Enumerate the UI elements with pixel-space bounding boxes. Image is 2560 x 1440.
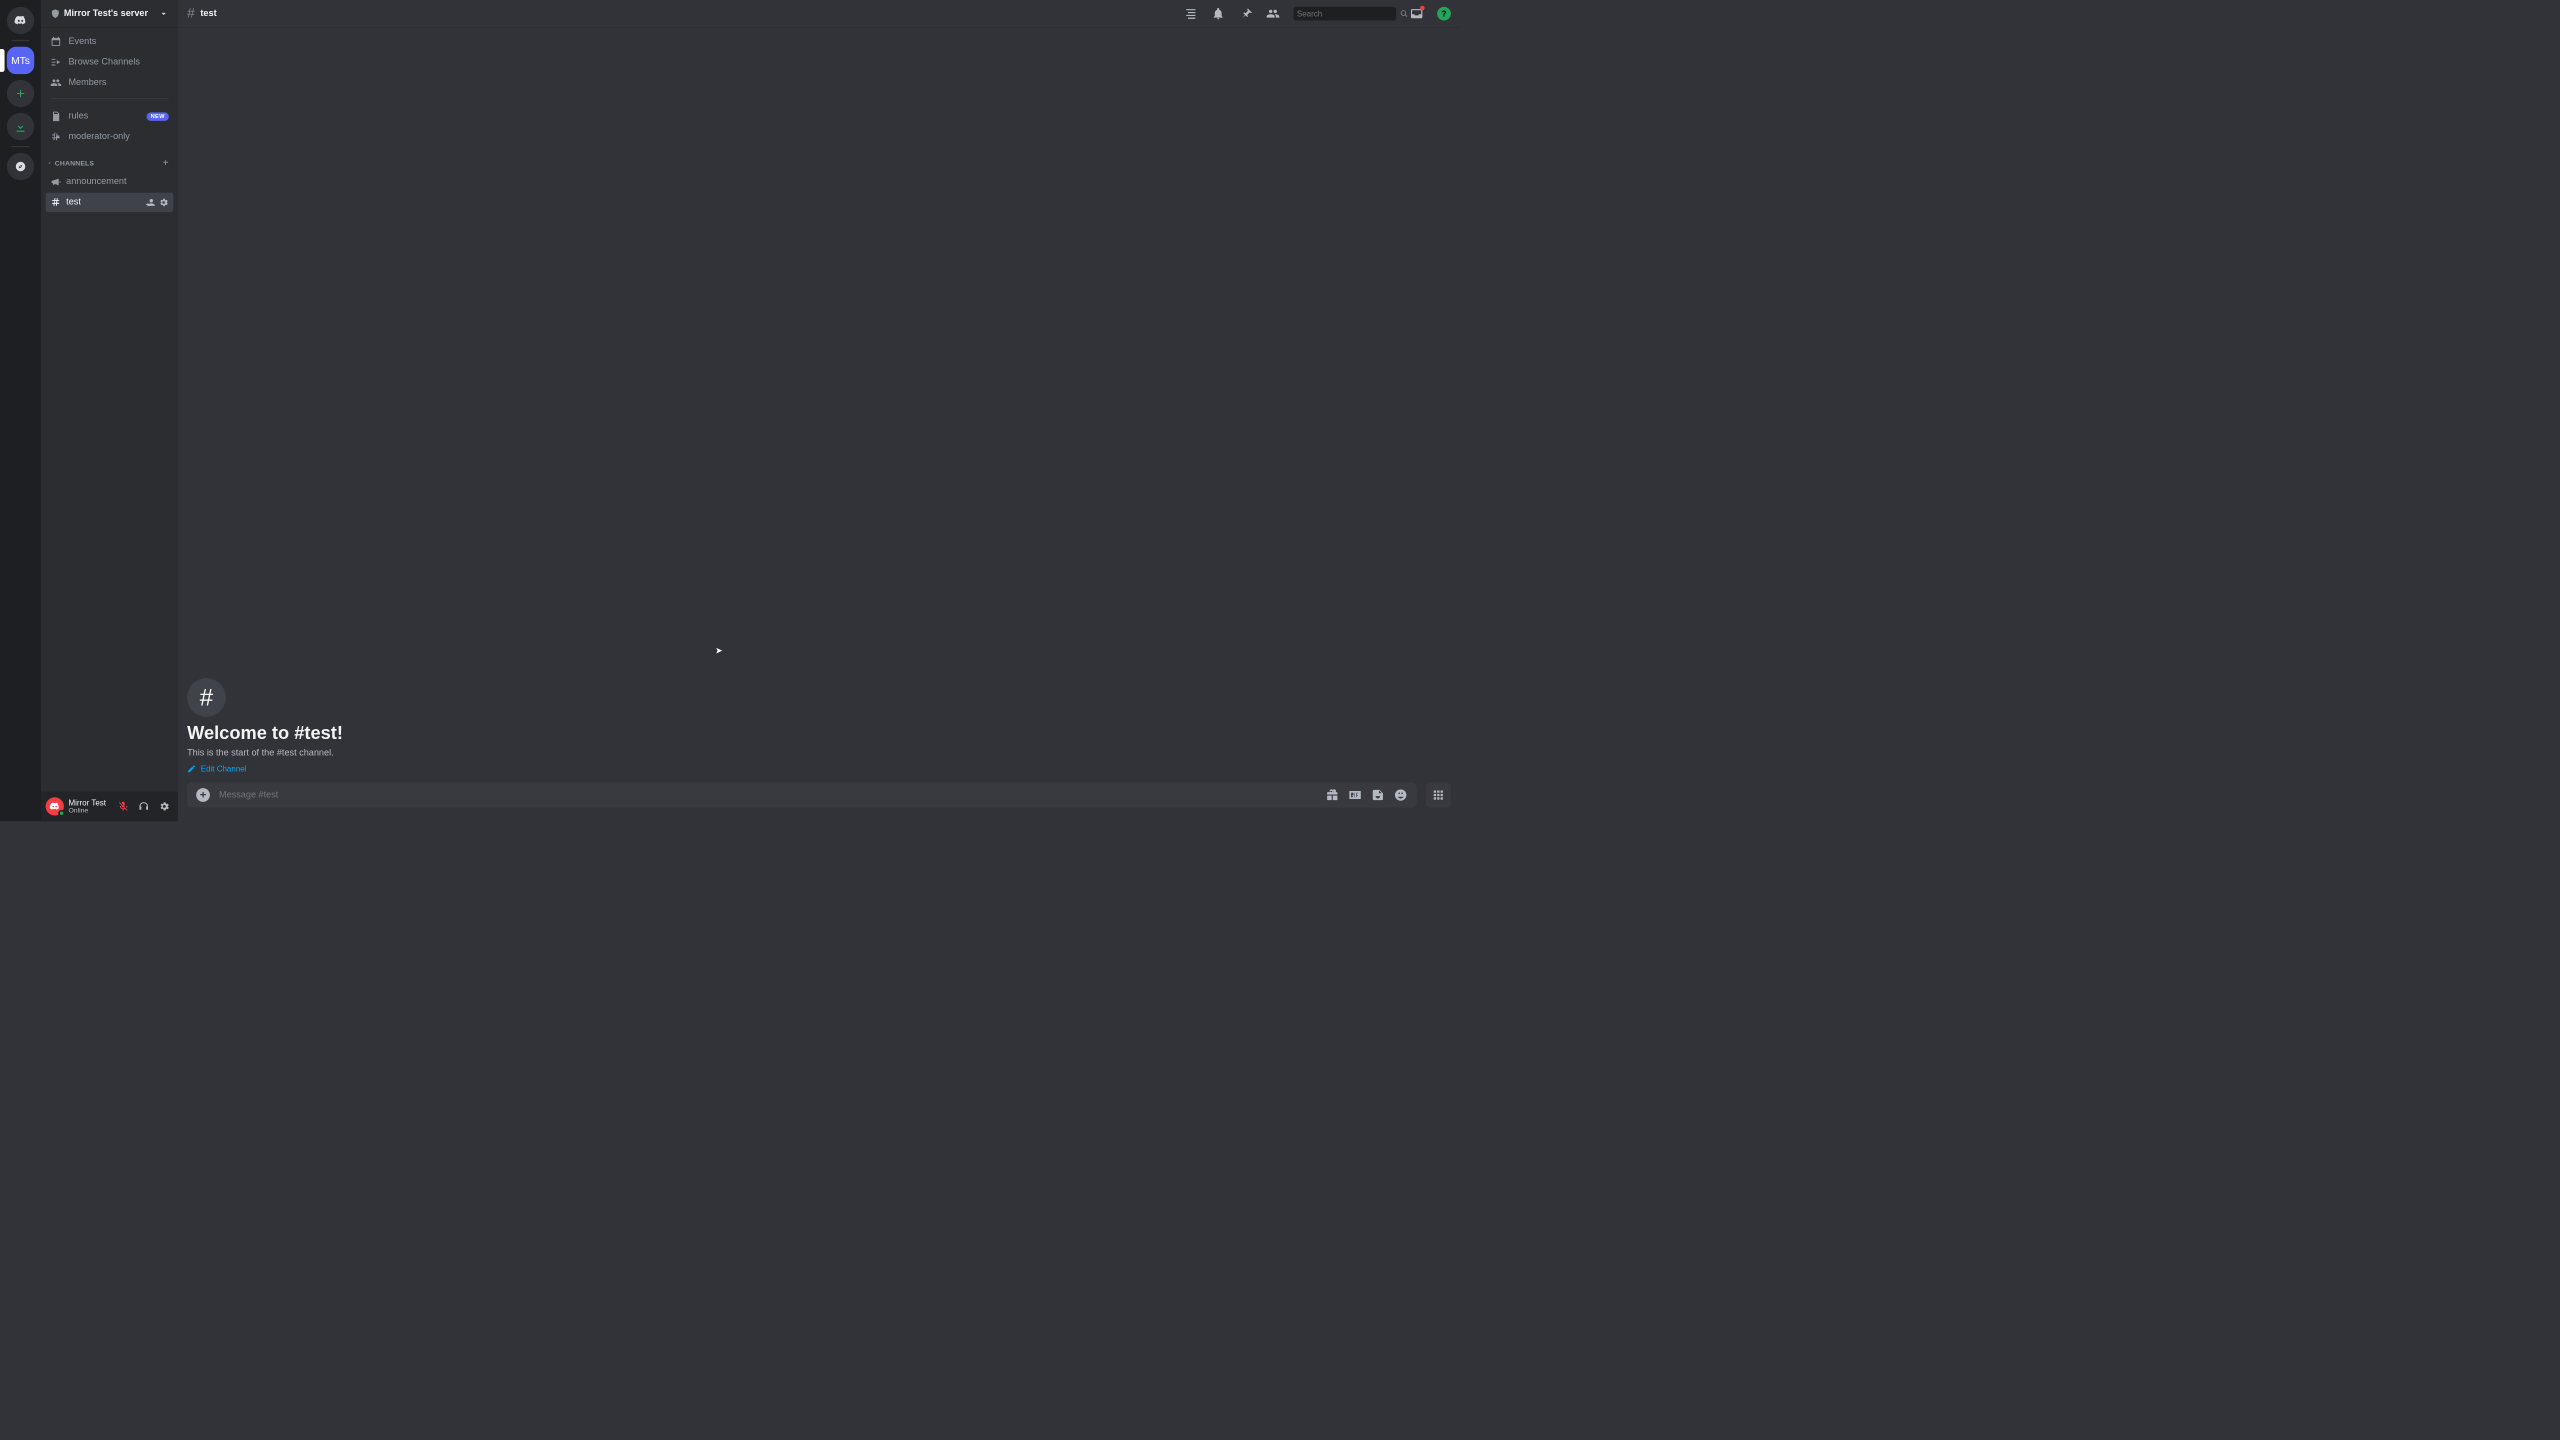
channel-topbar: # test (178, 0, 1460, 27)
chevron-down-icon (159, 9, 169, 19)
mute-button[interactable] (114, 797, 132, 815)
gift-icon (1325, 788, 1339, 802)
channel-label: test (66, 197, 81, 207)
main-area: # test (178, 0, 1460, 821)
headphones-icon (138, 801, 149, 812)
server-mirror-tests[interactable]: MTs (7, 47, 34, 74)
add-server-button[interactable]: + (7, 80, 34, 107)
welcome-heading: Welcome to #test! (187, 723, 1451, 744)
composer-row: + (178, 782, 1460, 821)
user-panel: Mirror Test Online (41, 792, 178, 822)
emoji-icon (1394, 788, 1408, 802)
user-status: Online (68, 807, 109, 815)
gear-icon (159, 801, 170, 812)
pencil-icon (187, 764, 196, 773)
community-badge-icon (50, 9, 60, 19)
download-apps-button[interactable] (7, 113, 34, 140)
message-input[interactable] (219, 790, 1316, 800)
gif-button[interactable] (1348, 788, 1362, 802)
rules-icon (50, 111, 61, 122)
channel-welcome: # Welcome to #test! This is the start of… (187, 678, 1451, 782)
sticker-icon (1371, 788, 1385, 802)
welcome-subtext: This is the start of the #test channel. (187, 748, 1451, 758)
online-status-icon (58, 810, 65, 817)
member-list-button[interactable] (1266, 7, 1280, 21)
emoji-button[interactable] (1394, 788, 1408, 802)
server-header[interactable]: Mirror Test's server (41, 0, 178, 27)
sticker-button[interactable] (1371, 788, 1385, 802)
user-info[interactable]: Mirror Test Online (68, 798, 109, 814)
channel-label: rules (68, 111, 88, 121)
notifications-button[interactable] (1211, 7, 1225, 21)
user-settings-button[interactable] (155, 797, 173, 815)
browse-icon (50, 56, 61, 67)
explore-servers-button[interactable] (7, 153, 34, 180)
channel-list: Events Browse Channels Members rules NEW… (41, 27, 178, 791)
guild-separator (11, 146, 29, 147)
channel-rules[interactable]: rules NEW (46, 107, 174, 126)
hash-icon (50, 197, 61, 208)
category-label: CHANNELS (55, 159, 94, 167)
gear-icon[interactable] (159, 197, 169, 207)
dm-home-button[interactable] (7, 7, 34, 34)
messages-area: # Welcome to #test! This is the start of… (178, 27, 1460, 782)
server-name: Mirror Test's server (64, 9, 159, 19)
nav-events[interactable]: Events (46, 32, 174, 51)
attach-button[interactable]: + (196, 788, 210, 802)
channel-test[interactable]: test (46, 193, 174, 212)
deafen-button[interactable] (135, 797, 153, 815)
mic-muted-icon (117, 801, 128, 812)
threads-icon (1184, 7, 1198, 21)
invite-icon[interactable] (145, 197, 155, 207)
hash-icon: # (187, 678, 226, 717)
search-box[interactable] (1293, 7, 1396, 21)
discord-logo-icon (14, 14, 28, 28)
hash-shield-icon (50, 131, 61, 142)
members-icon (50, 77, 61, 88)
nav-browse-channels[interactable]: Browse Channels (46, 52, 174, 71)
download-icon (14, 120, 28, 134)
server-initials: MTs (11, 54, 30, 66)
apps-button[interactable] (1426, 782, 1451, 807)
nav-members[interactable]: Members (46, 73, 174, 92)
megaphone-icon (50, 176, 61, 187)
help-button[interactable]: ? (1437, 7, 1451, 21)
inbox-button[interactable] (1410, 7, 1424, 21)
nav-label: Browse Channels (68, 57, 140, 67)
members-icon (1266, 7, 1280, 21)
channel-sidebar: Mirror Test's server Events Browse Chann… (41, 0, 178, 821)
calendar-icon (50, 36, 61, 47)
chevron-down-icon (47, 160, 53, 166)
channel-label: announcement (66, 177, 126, 187)
nav-label: Members (68, 78, 106, 88)
guild-separator (11, 40, 29, 41)
channel-title: test (200, 9, 216, 19)
category-channels[interactable]: CHANNELS + (46, 148, 174, 171)
create-channel-button[interactable]: + (163, 157, 169, 169)
channel-moderator-only[interactable]: moderator-only (46, 127, 174, 146)
search-input[interactable] (1297, 9, 1400, 18)
pinned-messages-button[interactable] (1239, 7, 1253, 21)
notification-dot-icon (1420, 6, 1425, 11)
pin-icon (1239, 7, 1253, 21)
user-avatar[interactable] (46, 797, 64, 815)
guild-bar: MTs + (0, 0, 41, 821)
search-icon (1400, 10, 1408, 18)
gift-button[interactable] (1325, 788, 1339, 802)
compass-icon (15, 161, 26, 172)
edit-channel-label: Edit Channel (201, 764, 247, 773)
divider (50, 98, 169, 99)
message-composer[interactable]: + (187, 782, 1417, 807)
threads-button[interactable] (1184, 7, 1198, 21)
apps-icon (1431, 788, 1445, 802)
plus-icon: + (16, 85, 25, 103)
hash-icon: # (187, 6, 195, 22)
channel-label: moderator-only (68, 132, 129, 142)
gif-icon (1348, 788, 1362, 802)
new-badge: NEW (147, 112, 169, 121)
nav-label: Events (68, 37, 96, 47)
channel-announcement[interactable]: announcement (46, 172, 174, 191)
edit-channel-link[interactable]: Edit Channel (187, 764, 1451, 773)
bell-muted-icon (1211, 7, 1225, 21)
